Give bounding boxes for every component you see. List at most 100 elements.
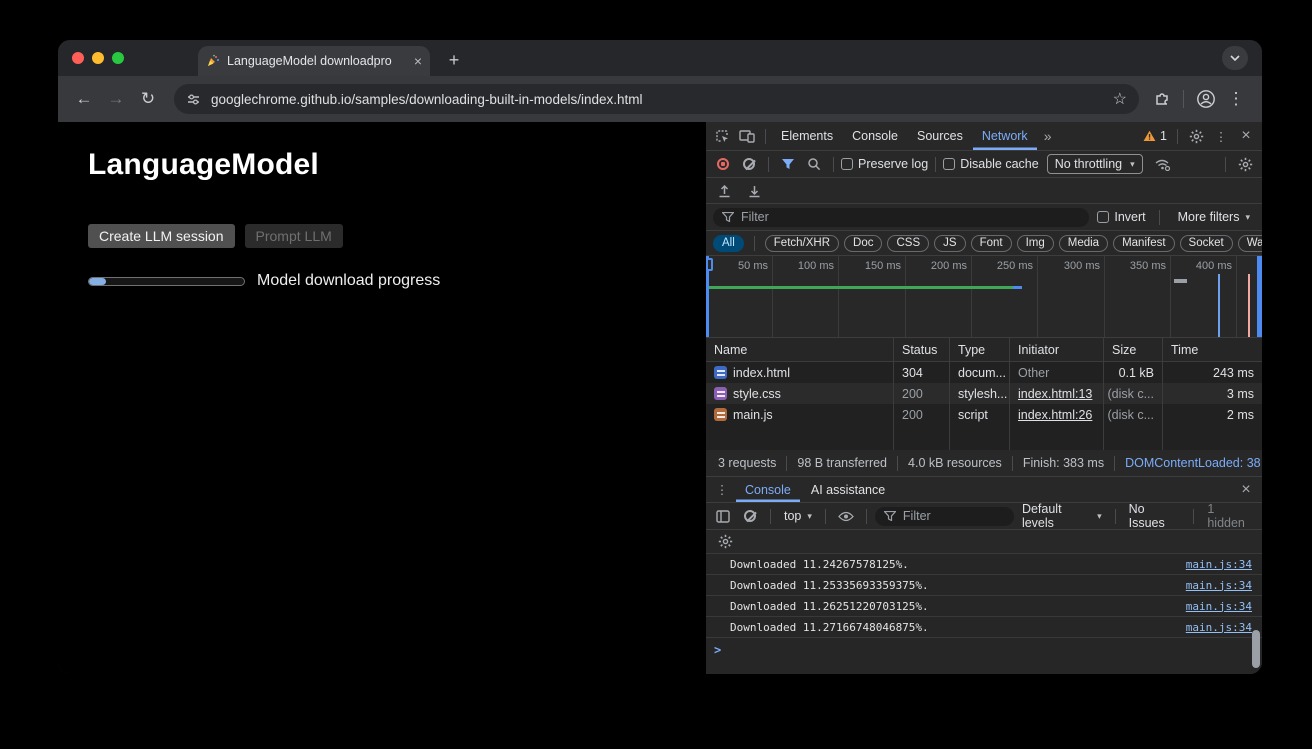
timeline-right-handle[interactable] <box>1257 256 1262 337</box>
site-settings-icon[interactable] <box>186 92 201 107</box>
tab-network[interactable]: Network <box>973 122 1037 150</box>
record-network-log-icon[interactable] <box>711 153 735 175</box>
console-filter-input[interactable]: Filter <box>875 507 1014 526</box>
url-text[interactable]: googlechrome.github.io/samples/downloadi… <box>211 92 1103 107</box>
console-message[interactable]: Downloaded 11.24267578125%. main.js:34 <box>706 553 1262 574</box>
source-link[interactable]: main.js:34 <box>1186 579 1252 592</box>
table-row-main-js[interactable]: main.js 200 script index.html:26 (disk c… <box>706 404 1262 425</box>
chip-wasm[interactable]: Wasm <box>1238 235 1262 252</box>
devtools-settings-gear-icon[interactable] <box>1184 125 1208 147</box>
dom-content-loaded-marker <box>1218 274 1220 337</box>
col-status[interactable]: Status <box>894 338 950 361</box>
log-levels-dropdown[interactable]: Default levels ▾ <box>1017 502 1107 530</box>
drawer-menu-icon[interactable]: ⋮ <box>710 479 734 501</box>
disable-cache-checkbox[interactable]: Disable cache <box>943 157 1039 171</box>
reload-button[interactable]: ↻ <box>136 87 160 111</box>
chip-all[interactable]: All <box>713 235 744 252</box>
browser-menu-icon[interactable]: ⋮ <box>1224 87 1248 111</box>
table-row-index-html[interactable]: index.html 304 docum... Other 0.1 kB 243… <box>706 362 1262 383</box>
devtools-menu-icon[interactable]: ⋮ <box>1209 125 1233 147</box>
hidden-messages-count: 1 hidden <box>1202 502 1257 530</box>
network-filter-input[interactable]: Filter <box>713 208 1089 227</box>
console-message[interactable]: Downloaded 11.26251220703125%. main.js:3… <box>706 595 1262 616</box>
tab-strip: LanguageModel downloadpro × + <box>58 40 1262 76</box>
devtools-close-icon[interactable]: × <box>1234 125 1258 147</box>
live-expression-eye-icon[interactable] <box>834 505 858 527</box>
extensions-icon[interactable] <box>1153 90 1171 108</box>
address-bar[interactable]: googlechrome.github.io/samples/downloadi… <box>174 84 1139 114</box>
tab-console[interactable]: Console <box>843 122 907 150</box>
import-har-icon[interactable] <box>712 180 736 202</box>
back-button[interactable]: ← <box>72 87 96 111</box>
chip-css[interactable]: CSS <box>887 235 929 252</box>
network-filter-row: Filter Invert More filters ▾ <box>706 204 1262 231</box>
context-selector[interactable]: top ▾ <box>779 509 817 523</box>
chip-manifest[interactable]: Manifest <box>1113 235 1174 252</box>
col-type[interactable]: Type <box>950 338 1010 361</box>
chip-socket[interactable]: Socket <box>1180 235 1233 252</box>
more-tabs-icon[interactable]: » <box>1038 128 1058 144</box>
console-message[interactable]: Downloaded 11.27166748046875%. main.js:3… <box>706 616 1262 637</box>
throttling-select[interactable]: No throttling ▾ <box>1047 154 1143 174</box>
browser-window: LanguageModel downloadpro × + ← → ↻ goog… <box>58 40 1262 674</box>
inspect-element-icon[interactable] <box>710 125 734 147</box>
preserve-log-checkbox[interactable]: Preserve log <box>841 157 928 171</box>
col-size[interactable]: Size <box>1104 338 1163 361</box>
chip-font[interactable]: Font <box>971 235 1012 252</box>
zoom-window-button[interactable] <box>112 52 124 64</box>
chip-img[interactable]: Img <box>1017 235 1054 252</box>
col-initiator[interactable]: Initiator <box>1010 338 1104 361</box>
clear-network-log-icon[interactable] <box>737 153 761 175</box>
web-page: LanguageModel Create LLM session Prompt … <box>58 122 705 674</box>
forward-button[interactable]: → <box>104 87 128 111</box>
chip-fetch-xhr[interactable]: Fetch/XHR <box>765 235 839 252</box>
tab-elements[interactable]: Elements <box>772 122 842 150</box>
network-conditions-icon[interactable] <box>1151 153 1175 175</box>
scrollbar-thumb[interactable] <box>1252 630 1260 668</box>
col-name[interactable]: Name <box>706 338 894 361</box>
table-row-style-css[interactable]: style.css 200 stylesh... index.html:13 (… <box>706 383 1262 404</box>
initiator-link[interactable]: index.html:13 <box>1018 387 1092 401</box>
source-link[interactable]: main.js:34 <box>1186 558 1252 571</box>
drawer-tab-ai-assistance[interactable]: AI assistance <box>802 477 894 502</box>
initiator-link[interactable]: index.html:26 <box>1018 408 1092 422</box>
issues-warning-badge[interactable]: 1 <box>1139 129 1171 143</box>
invert-checkbox[interactable]: Invert <box>1097 210 1145 224</box>
bookmark-star-icon[interactable]: ☆ <box>1113 89 1127 109</box>
chip-doc[interactable]: Doc <box>844 235 882 252</box>
tab-close-icon[interactable]: × <box>414 54 422 68</box>
filter-funnel-icon[interactable] <box>776 153 800 175</box>
drawer-close-icon[interactable]: × <box>1234 479 1258 501</box>
chip-js[interactable]: JS <box>934 235 965 252</box>
console-message[interactable]: Downloaded 11.25335693359375%. main.js:3… <box>706 574 1262 595</box>
tick-350ms: 350 ms <box>1106 260 1166 272</box>
device-toolbar-icon[interactable] <box>735 125 759 147</box>
col-time[interactable]: Time <box>1163 338 1262 361</box>
search-icon[interactable] <box>802 153 826 175</box>
table-empty-area <box>706 425 1262 450</box>
clear-console-icon[interactable] <box>738 505 762 527</box>
network-summary-bar: 3 requests 98 B transferred 4.0 kB resou… <box>706 450 1262 477</box>
tab-sources[interactable]: Sources <box>908 122 972 150</box>
drawer-tab-console[interactable]: Console <box>736 477 800 502</box>
profile-avatar-icon[interactable] <box>1196 89 1216 109</box>
browser-tab[interactable]: LanguageModel downloadpro × <box>198 46 430 76</box>
console-settings-gear-icon[interactable] <box>713 531 737 553</box>
new-tab-button[interactable]: + <box>442 48 466 72</box>
issues-status[interactable]: No Issues <box>1124 502 1186 530</box>
close-window-button[interactable] <box>72 52 84 64</box>
source-link[interactable]: main.js:34 <box>1186 600 1252 613</box>
tab-search-button[interactable] <box>1222 46 1248 70</box>
network-settings-gear-icon[interactable] <box>1233 153 1257 175</box>
console-prompt[interactable]: > <box>706 637 1262 661</box>
more-filters-dropdown[interactable]: More filters ▾ <box>1173 210 1255 224</box>
chip-media[interactable]: Media <box>1059 235 1108 252</box>
source-link[interactable]: main.js:34 <box>1186 621 1252 634</box>
export-har-icon[interactable] <box>742 180 766 202</box>
minimize-window-button[interactable] <box>92 52 104 64</box>
console-sidebar-icon[interactable] <box>711 505 735 527</box>
tab-title: LanguageModel downloadpro <box>227 54 407 68</box>
create-llm-session-button[interactable]: Create LLM session <box>88 224 235 248</box>
timeline-left-grip[interactable] <box>706 258 713 271</box>
network-timeline-overview[interactable]: 50 ms 100 ms 150 ms 200 ms 250 ms 300 ms… <box>706 256 1262 338</box>
